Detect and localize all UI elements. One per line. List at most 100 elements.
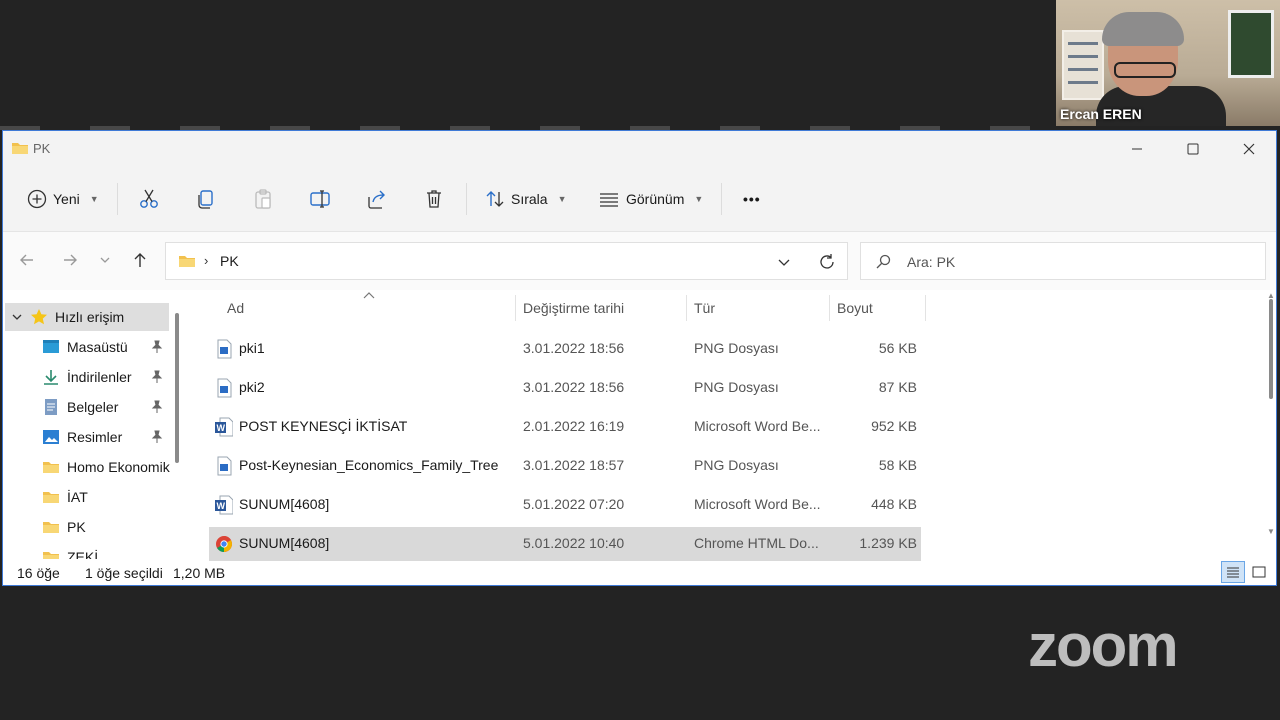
file-row[interactable]: W POST KEYNESÇİ İKTİSAT 2.01.2022 16:19 … [209, 410, 921, 444]
rename-button[interactable] [309, 181, 331, 217]
sort-button[interactable]: Sırala ▼ [485, 181, 567, 217]
search-box[interactable]: Ara: PK [860, 242, 1266, 280]
chevron-down-icon[interactable] [5, 312, 29, 322]
view-button[interactable]: Görünüm ▼ [598, 181, 703, 217]
sidebar-item-homo-ekonomik[interactable]: Homo Ekonomik [3, 453, 183, 481]
plus-circle-icon [27, 189, 47, 209]
pin-icon[interactable] [151, 430, 163, 444]
sidebar-item-desktop[interactable]: Masaüstü [3, 333, 183, 361]
file-row[interactable]: Post-Keynesian_Economics_Family_Tree 3.0… [209, 449, 921, 483]
search-icon [876, 254, 891, 269]
bookshelf-image [1062, 30, 1104, 100]
minimize-button[interactable] [1109, 131, 1165, 167]
details-view-button[interactable] [1221, 561, 1245, 583]
minimize-icon [1132, 148, 1142, 150]
participant-glasses [1114, 62, 1176, 78]
file-row[interactable]: pki1 3.01.2022 18:56 PNG Dosyası 56 KB [209, 332, 921, 366]
scroll-down-arrow[interactable]: ▼ [1267, 527, 1275, 536]
column-header-size[interactable]: Boyut [837, 293, 873, 323]
chevron-down-icon: ▼ [694, 194, 704, 204]
toolbar-divider [117, 183, 118, 215]
copy-button[interactable] [195, 181, 217, 217]
file-list-scrollbar[interactable] [1269, 299, 1273, 399]
chevron-down-icon [100, 257, 110, 263]
column-divider[interactable] [925, 295, 926, 321]
share-button[interactable] [366, 181, 388, 217]
column-divider[interactable] [686, 295, 687, 321]
column-header-name[interactable]: Ad [227, 293, 244, 323]
file-name: POST KEYNESÇİ İKTİSAT [239, 418, 408, 434]
rename-icon [310, 190, 330, 208]
arrow-up-icon [134, 253, 146, 267]
navigation-pane: Hızlı erişim Masaüstü İndirilenler Belge… [3, 293, 183, 559]
maximize-icon [1187, 143, 1199, 155]
pin-icon[interactable] [151, 370, 163, 384]
large-icons-view-button[interactable] [1247, 561, 1271, 583]
pin-icon[interactable] [151, 400, 163, 414]
forward-button[interactable] [58, 248, 82, 272]
new-button[interactable]: Yeni ▼ [27, 181, 99, 217]
view-button-label: Görünüm [626, 191, 685, 207]
star-icon [29, 308, 49, 326]
column-header-date[interactable]: Değiştirme tarihi [523, 293, 624, 323]
sidebar-item-label: Belgeler [67, 399, 119, 415]
column-divider[interactable] [829, 295, 830, 321]
recent-locations-button[interactable] [93, 248, 117, 272]
sidebar-item-pk[interactable]: PK [3, 513, 183, 541]
paste-icon [255, 189, 271, 209]
sidebar-item-zeki[interactable]: ZEKİ [3, 543, 183, 559]
documents-icon [41, 398, 61, 416]
pin-icon[interactable] [151, 340, 163, 354]
breadcrumb-pk[interactable]: PK [220, 253, 239, 269]
file-row[interactable]: pki2 3.01.2022 18:56 PNG Dosyası 87 KB [209, 371, 921, 405]
sidebar-item-quick-access[interactable]: Hızlı erişim [5, 303, 169, 331]
address-bar[interactable]: › PK [165, 242, 848, 280]
folder-icon [41, 488, 61, 506]
sidebar-item-iat[interactable]: İAT [3, 483, 183, 511]
sort-button-label: Sırala [511, 191, 548, 207]
file-type: PNG Dosyası [694, 457, 779, 473]
paste-button[interactable] [252, 181, 274, 217]
column-divider[interactable] [515, 295, 516, 321]
close-button[interactable] [1221, 131, 1277, 167]
sidebar-item-label: ZEKİ [67, 549, 99, 559]
word-file-icon: W [215, 417, 233, 437]
up-button[interactable] [128, 248, 152, 272]
sidebar-item-label: İndirilenler [67, 369, 132, 385]
file-date: 5.01.2022 10:40 [523, 535, 625, 551]
refresh-icon[interactable] [818, 253, 836, 271]
file-name: Post-Keynesian_Economics_Family_Tree [239, 457, 499, 473]
sidebar-scrollbar[interactable] [175, 313, 179, 463]
file-date: 5.01.2022 07:20 [523, 496, 625, 512]
folder-icon [41, 518, 61, 536]
file-type: PNG Dosyası [694, 340, 779, 356]
delete-button[interactable] [423, 181, 445, 217]
chevron-down-icon: ▼ [557, 194, 567, 204]
maximize-button[interactable] [1165, 131, 1221, 167]
item-count: 16 öğe [17, 565, 60, 581]
status-bar: 16 öğe 1 öğe seçildi 1,20 MB [3, 559, 1276, 585]
file-type: Microsoft Word Be... [694, 496, 821, 512]
participant-video: Ercan EREN [1056, 0, 1280, 126]
column-header-type[interactable]: Tür [694, 293, 715, 323]
sidebar-item-pictures[interactable]: Resimler [3, 423, 183, 451]
details-view-icon [1227, 567, 1239, 578]
chevron-down-icon[interactable] [777, 255, 791, 269]
chevron-down-icon: ▼ [89, 194, 99, 204]
tiles-view-icon [1252, 566, 1266, 578]
file-row-selected[interactable]: SUNUM[4608] 5.01.2022 10:40 Chrome HTML … [209, 527, 921, 561]
back-button[interactable] [15, 248, 39, 272]
selection-count: 1 öğe seçildi [85, 565, 163, 581]
cut-button[interactable] [138, 181, 160, 217]
download-icon [41, 368, 61, 386]
sidebar-item-label: PK [67, 519, 86, 535]
selection-size: 1,20 MB [173, 565, 226, 581]
copy-icon [198, 190, 213, 209]
file-row[interactable]: W SUNUM[4608] 5.01.2022 07:20 Microsoft … [209, 488, 921, 522]
title-bar[interactable]: PK [3, 131, 1276, 167]
sidebar-item-documents[interactable]: Belgeler [3, 393, 183, 421]
sidebar-item-downloads[interactable]: İndirilenler [3, 363, 183, 391]
word-file-icon: W [215, 495, 233, 515]
more-options-button[interactable]: ••• [743, 181, 761, 217]
arrow-left-icon [20, 254, 33, 266]
